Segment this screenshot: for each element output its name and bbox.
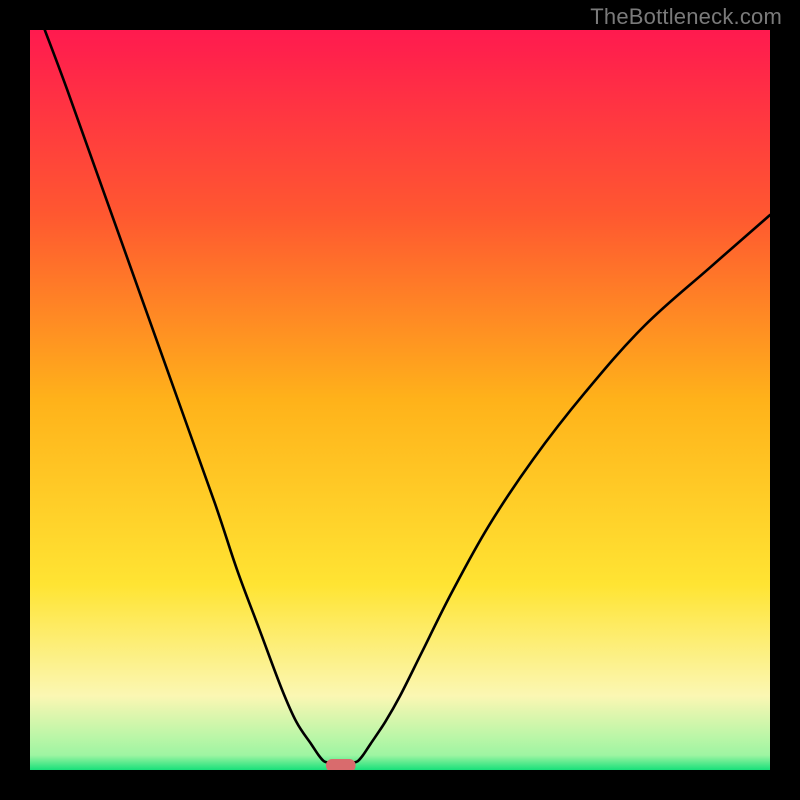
watermark-text: TheBottleneck.com — [590, 4, 782, 30]
sweet-spot-marker — [326, 759, 356, 770]
chart-frame: TheBottleneck.com — [0, 0, 800, 800]
chart-plot-area — [30, 30, 770, 770]
chart-background — [30, 30, 770, 770]
chart-svg — [30, 30, 770, 770]
